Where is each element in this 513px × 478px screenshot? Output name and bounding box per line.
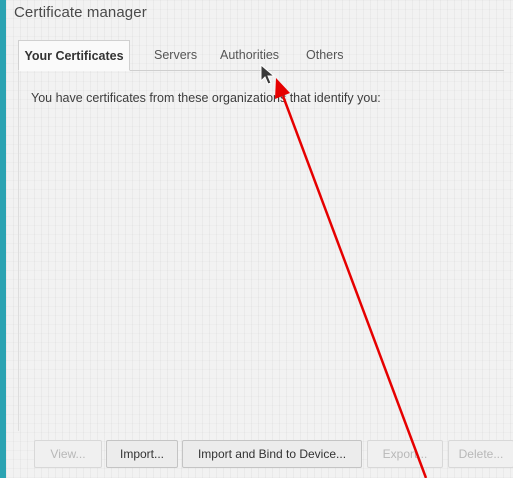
- window-title: Certificate manager: [14, 4, 147, 21]
- view-button[interactable]: View...: [34, 440, 102, 468]
- tab-others[interactable]: Others: [298, 40, 352, 69]
- export-button[interactable]: Export...: [367, 440, 443, 468]
- import-button[interactable]: Import...: [106, 440, 178, 468]
- tab-servers[interactable]: Servers: [146, 40, 205, 69]
- tab-your-certificates[interactable]: Your Certificates: [18, 40, 130, 71]
- import-and-bind-button[interactable]: Import and Bind to Device...: [182, 440, 362, 468]
- certificates-description: You have certificates from these organiz…: [31, 91, 381, 105]
- certificates-panel: You have certificates from these organiz…: [18, 71, 505, 431]
- mouse-pointer-icon: [260, 64, 276, 85]
- delete-button[interactable]: Delete...: [448, 440, 513, 468]
